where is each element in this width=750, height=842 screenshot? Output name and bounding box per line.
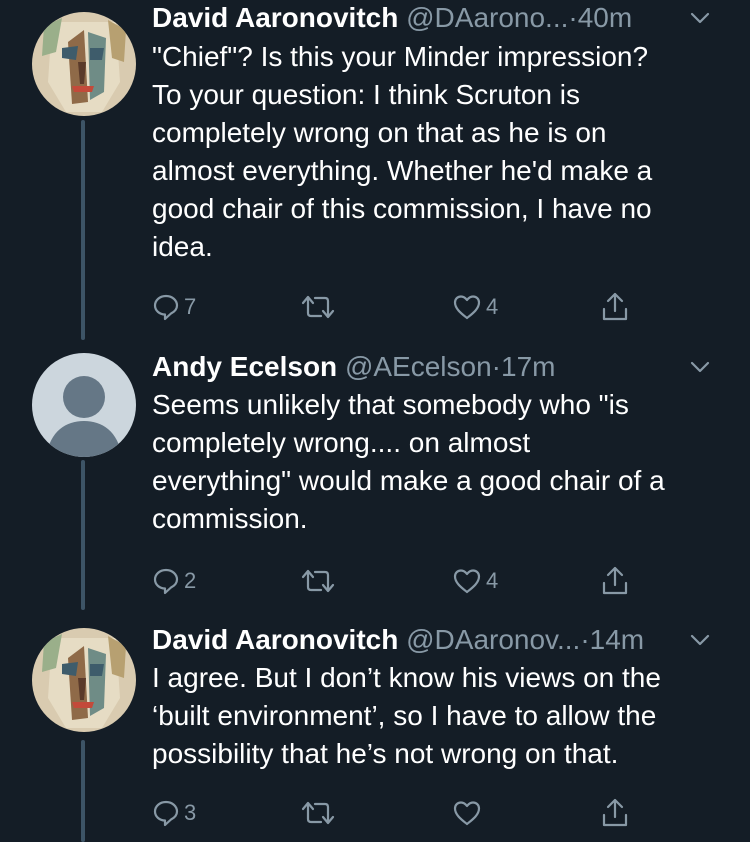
tweet-text-line: commission. xyxy=(152,503,308,534)
retweet-button[interactable] xyxy=(300,287,340,327)
reply-count: 3 xyxy=(184,800,197,825)
tweet[interactable]: David Aaronovitch @DAaronov...·14m I agr… xyxy=(0,620,750,842)
heart-icon xyxy=(453,569,481,594)
author-handle[interactable]: @DAaronov... xyxy=(406,624,580,655)
tweet-text-line: "Chief"? Is this your Minder impression? xyxy=(152,41,649,72)
retweet-button[interactable] xyxy=(300,793,340,833)
abstract-portrait-icon xyxy=(32,12,136,116)
reply-icon xyxy=(153,800,179,827)
like-count: 4 xyxy=(486,294,499,319)
chevron-down-icon[interactable] xyxy=(688,628,712,652)
tweet-text-line: good chair of this commission, I have no xyxy=(152,193,652,224)
tweet-text-line: I agree. But I don’t know his views on t… xyxy=(152,662,661,693)
tweet-text-line: ‘built environment’, so I have to allow … xyxy=(152,700,657,731)
like-count: 4 xyxy=(486,568,499,593)
tweet-text-line: almost everything. Whether he'd make a xyxy=(152,155,653,186)
author-handle[interactable]: @AEcelson xyxy=(345,351,492,382)
author-name[interactable]: David Aaronovitch xyxy=(152,624,398,655)
retweet-icon xyxy=(301,569,335,593)
author-name[interactable]: Andy Ecelson xyxy=(152,351,337,382)
tweet-text-line: everything" would make a good chair of a xyxy=(152,465,665,496)
avatar[interactable] xyxy=(32,353,136,457)
tweet-actions: 7 4 xyxy=(152,287,652,327)
separator-dot: · xyxy=(491,351,501,382)
share-icon xyxy=(602,798,628,827)
tweet-actions: 2 4 xyxy=(152,561,652,601)
default-profile-icon xyxy=(32,353,136,457)
reply-button[interactable]: 2 xyxy=(152,561,196,601)
tweet-text-line: Seems unlikely that somebody who "is xyxy=(152,389,629,420)
tweet-text: I agree. But I don’t know his views on t… xyxy=(152,659,732,773)
reply-count: 2 xyxy=(184,568,197,593)
avatar[interactable] xyxy=(32,12,136,116)
timestamp[interactable]: 14m xyxy=(590,624,644,655)
tweet-text-line: To your question: I think Scruton is xyxy=(152,79,580,110)
tweet-text: Seems unlikely that somebody who "is com… xyxy=(152,386,732,538)
tweet-header: David Aaronovitch @DAaronov...·14m xyxy=(152,622,722,662)
like-button[interactable]: 4 xyxy=(452,561,498,601)
share-button[interactable] xyxy=(600,561,630,601)
tweet-text-line: completely wrong on that as he is on xyxy=(152,117,607,148)
tweet[interactable]: Andy Ecelson @AEcelson·17m Seems unlikel… xyxy=(0,345,750,625)
reply-button[interactable]: 3 xyxy=(152,793,196,833)
share-button[interactable] xyxy=(600,793,630,833)
tweet[interactable]: David Aaronovitch @DAarono...·40m "Chief… xyxy=(0,0,750,345)
reply-icon xyxy=(153,568,179,595)
timestamp[interactable]: 40m xyxy=(578,2,632,33)
avatar[interactable] xyxy=(32,628,136,732)
tweet-header: Andy Ecelson @AEcelson·17m xyxy=(152,349,722,389)
tweet-text-line: possibility that he’s not wrong on that. xyxy=(152,738,619,769)
reply-count: 7 xyxy=(184,294,197,319)
timestamp[interactable]: 17m xyxy=(501,351,555,382)
retweet-button[interactable] xyxy=(300,561,340,601)
retweet-icon xyxy=(301,295,335,319)
share-icon xyxy=(602,566,628,595)
share-button[interactable] xyxy=(600,287,630,327)
like-button[interactable]: 4 xyxy=(452,287,498,327)
tweet-text: "Chief"? Is this your Minder impression?… xyxy=(152,38,732,266)
separator-dot: · xyxy=(580,624,590,655)
chevron-down-icon[interactable] xyxy=(688,355,712,379)
abstract-portrait-icon xyxy=(32,628,136,732)
like-button[interactable] xyxy=(452,793,486,833)
heart-icon xyxy=(453,801,481,826)
tweet-text-line: idea. xyxy=(152,231,213,262)
reply-button[interactable]: 7 xyxy=(152,287,196,327)
tweet-actions: 3 xyxy=(152,793,652,833)
reply-icon xyxy=(153,294,179,321)
retweet-icon xyxy=(301,801,335,825)
heart-icon xyxy=(453,295,481,320)
author-name[interactable]: David Aaronovitch xyxy=(152,2,398,33)
separator-dot: · xyxy=(568,2,578,33)
tweet-text-line: completely wrong.... on almost xyxy=(152,427,531,458)
author-handle[interactable]: @DAarono... xyxy=(406,2,568,33)
tweet-header: David Aaronovitch @DAarono...·40m xyxy=(152,0,722,40)
share-icon xyxy=(602,292,628,321)
chevron-down-icon[interactable] xyxy=(688,6,712,30)
